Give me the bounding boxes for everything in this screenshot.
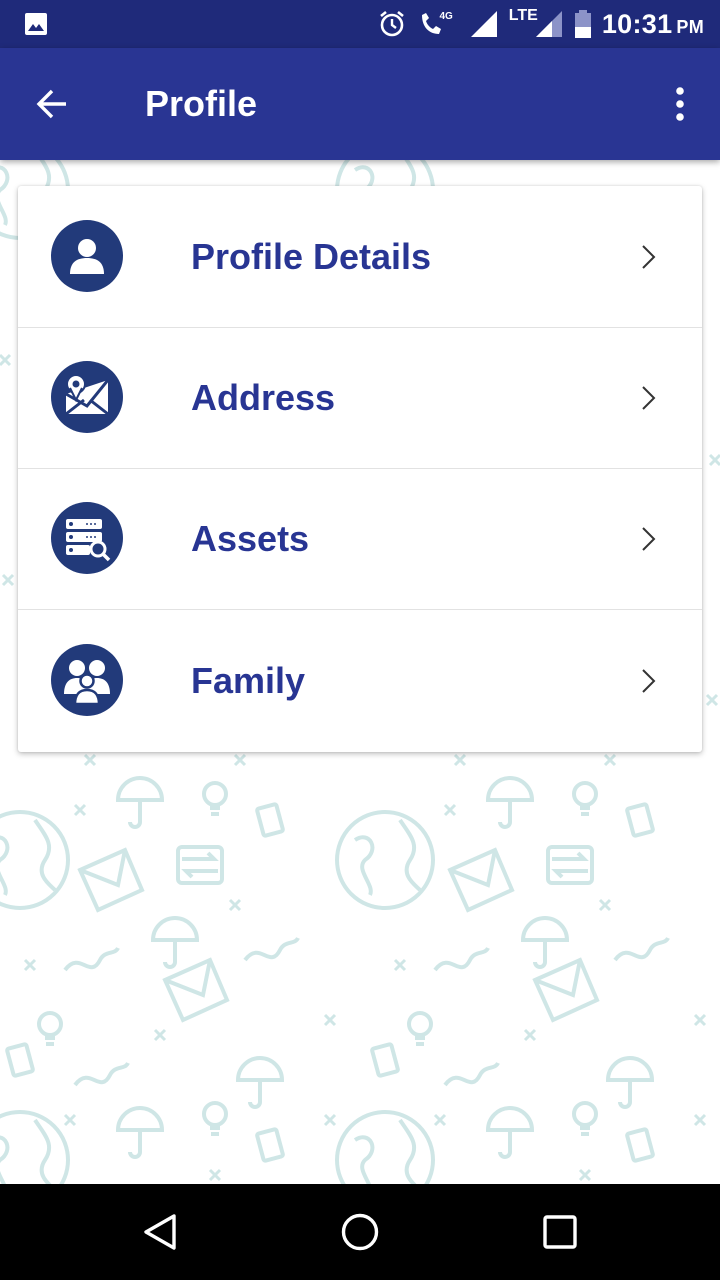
menu-item-family[interactable]: Family [18, 610, 702, 751]
status-bar: 4G LTE 10:31 PM [0, 0, 720, 48]
more-vertical-icon [676, 87, 684, 121]
family-icon [51, 644, 123, 716]
signal-icon [535, 11, 562, 37]
battery-icon [574, 10, 591, 38]
back-triangle-icon [144, 1214, 176, 1250]
app-bar: Profile [0, 48, 720, 160]
chevron-right-icon [642, 669, 656, 693]
nav-back-button[interactable] [140, 1212, 180, 1252]
overflow-menu-button[interactable] [660, 76, 700, 132]
alarm-icon [380, 10, 405, 37]
network-small-label: 4G [439, 10, 453, 22]
back-button[interactable] [24, 76, 80, 132]
menu-item-assets[interactable]: Assets [18, 468, 702, 610]
network-label: LTE [508, 7, 538, 24]
menu-item-label: Family [191, 660, 306, 701]
recents-square-icon [543, 1215, 577, 1249]
menu-item-label: Address [191, 377, 336, 418]
clock-time: 10:31 [601, 8, 673, 39]
map-pin-icon [51, 361, 123, 433]
signal-icon [470, 11, 497, 37]
status-icons: 4G LTE 10:31 PM [377, 0, 704, 48]
menu-item-label: Assets [191, 518, 310, 559]
user-icon [51, 220, 123, 292]
menu-item-address[interactable]: Address [18, 327, 702, 469]
home-circle-icon [341, 1213, 379, 1251]
menu-item-profile-details[interactable]: Profile Details [18, 186, 702, 328]
page-title: Profile [145, 83, 258, 124]
chevron-right-icon [642, 245, 656, 269]
nav-home-button[interactable] [340, 1212, 380, 1252]
picture-icon [25, 13, 47, 35]
menu-item-label: Profile Details [191, 236, 432, 277]
arrow-left-icon [36, 89, 66, 119]
chevron-right-icon [642, 527, 656, 551]
clock: 10:31 PM [602, 9, 704, 40]
system-nav-bar [0, 1184, 720, 1280]
profile-menu-card: Profile Details Address Assets Family [18, 186, 702, 752]
chevron-right-icon [642, 386, 656, 410]
nav-recents-button[interactable] [540, 1212, 580, 1252]
wifi-call-indicator: 4G [417, 9, 458, 39]
clock-ampm: PM [676, 16, 704, 37]
server-search-icon [51, 502, 123, 574]
